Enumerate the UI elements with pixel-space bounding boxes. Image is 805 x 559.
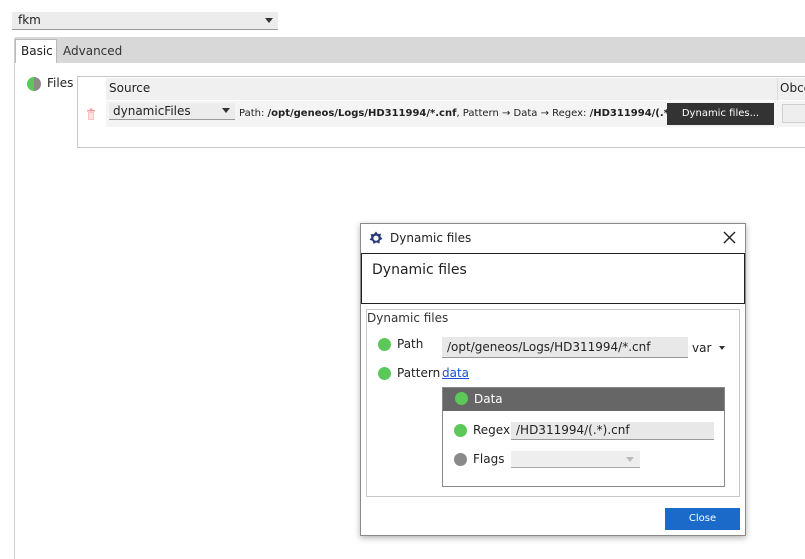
source-column-header: Source xyxy=(109,81,151,95)
path-input-value: /opt/geneos/Logs/HD311994/*.cnf xyxy=(447,340,651,354)
status-indicator-icon xyxy=(455,392,468,405)
tab-basic[interactable]: Basic xyxy=(15,39,57,63)
path-input[interactable]: /opt/geneos/Logs/HD311994/*.cnf xyxy=(442,337,688,358)
path-value: /opt/geneos/Logs/HD311994/*.cnf xyxy=(267,108,457,119)
group-label: Dynamic files xyxy=(367,311,449,325)
dynamic-files-button[interactable]: Dynamic files... xyxy=(667,103,774,125)
chevron-down-icon xyxy=(265,18,273,23)
app-logo-icon xyxy=(369,231,383,245)
chevron-down-icon xyxy=(222,108,230,113)
pattern-data-link[interactable]: data xyxy=(442,366,469,380)
close-icon[interactable] xyxy=(723,231,736,244)
path-label: Path: xyxy=(239,108,268,119)
obce-column-header: Obce xyxy=(780,81,805,95)
trash-icon[interactable] xyxy=(86,108,96,120)
close-button-label: Close xyxy=(688,513,717,524)
chevron-down-icon[interactable] xyxy=(719,346,725,350)
dynamic-files-button-label: Dynamic files... xyxy=(681,108,760,119)
files-table-header xyxy=(106,78,805,100)
status-indicator-icon xyxy=(454,424,467,437)
status-indicator-icon xyxy=(378,367,391,380)
top-select-value: fkm xyxy=(18,13,41,27)
tab-basic-label: Basic xyxy=(21,44,53,58)
status-indicator-icon xyxy=(378,338,391,351)
dialog-title: Dynamic files xyxy=(390,231,472,245)
files-label: Files xyxy=(47,76,74,90)
top-select[interactable]: fkm xyxy=(12,12,278,30)
status-indicator-icon xyxy=(454,453,467,466)
pattern-text: , Pattern → Data → Regex: xyxy=(456,108,590,119)
status-indicator-icon xyxy=(27,77,41,91)
source-summary: Path: /opt/geneos/Logs/HD311994/*.cnf, P… xyxy=(239,108,695,119)
regex-input-value: /HD311994/(.*).cnf xyxy=(516,423,630,437)
var-select-label[interactable]: var xyxy=(692,341,711,355)
regex-label: Regex xyxy=(473,423,511,437)
path-label: Path xyxy=(397,337,424,351)
tab-advanced-label: Advanced xyxy=(63,44,123,58)
main-panel-border xyxy=(14,38,15,559)
regex-input[interactable]: /HD311994/(.*).cnf xyxy=(511,422,714,440)
dialog-header-box xyxy=(361,253,745,304)
obce-cell-button[interactable] xyxy=(782,104,805,123)
pattern-label: Pattern xyxy=(397,366,441,380)
dialog-header: Dynamic files xyxy=(372,262,467,278)
source-select[interactable]: dynamicFiles xyxy=(109,103,235,120)
source-select-value: dynamicFiles xyxy=(113,104,191,118)
tab-bar xyxy=(15,37,805,63)
close-button[interactable]: Close xyxy=(665,508,740,530)
flags-select[interactable] xyxy=(511,451,640,468)
flags-label: Flags xyxy=(473,452,505,466)
chevron-down-icon xyxy=(626,457,634,462)
tab-advanced[interactable]: Advanced xyxy=(58,39,124,63)
data-header-label: Data xyxy=(474,392,503,406)
